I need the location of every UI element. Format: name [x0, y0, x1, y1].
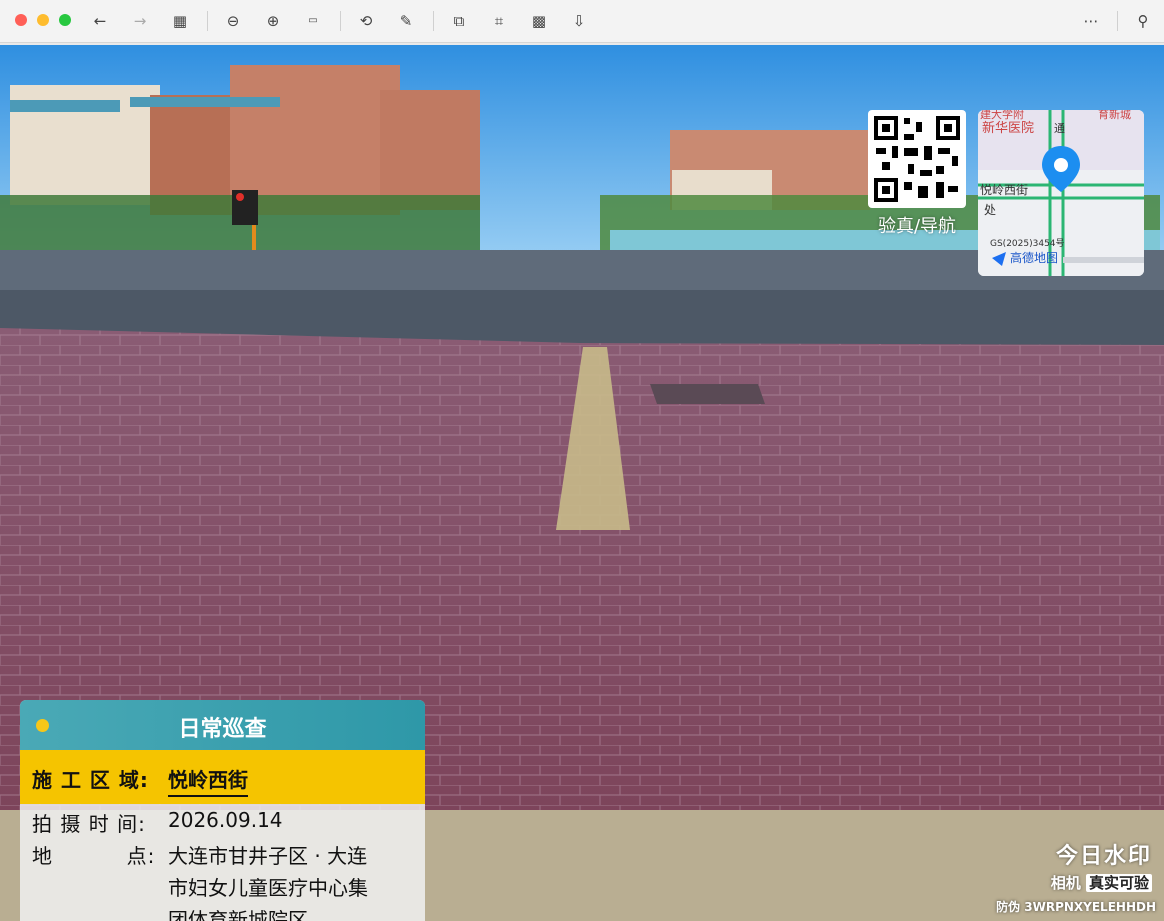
back-icon[interactable]: ← [89, 10, 111, 32]
export-icon[interactable]: ⇩ [568, 10, 590, 32]
zoom-window-button[interactable] [59, 14, 71, 26]
qr-label: 验真/导航 [877, 216, 957, 237]
zoom-out-icon[interactable]: ⊖ [222, 10, 244, 32]
watermark-tagline: 相机 真实可验 [1051, 872, 1152, 893]
qr-icon[interactable]: ▩ [528, 10, 550, 32]
grid-icon[interactable]: ▦ [169, 10, 191, 32]
app-watermark: 今日水印 相机 真实可验 [1051, 838, 1152, 893]
toolbar-divider [433, 11, 434, 31]
pin-icon[interactable]: ⚲ [1132, 10, 1154, 32]
markup-icon[interactable]: ✎ [395, 10, 417, 32]
svg-text:处: 处 [984, 203, 996, 217]
toolbar-divider [1117, 11, 1118, 31]
watermark-sub-text: 相机 [1050, 874, 1081, 892]
place-label: 地 点: [32, 844, 156, 868]
manhole-cover [650, 384, 765, 404]
rotate-icon[interactable]: ⟲ [355, 10, 377, 32]
time-value: 2026.09.14 [168, 808, 283, 832]
inspection-info-card: 日常巡查 施 工 区 域: 悦岭西街 拍 摄 时 间: 2026.09.14 地… [20, 700, 425, 921]
forward-icon[interactable]: → [129, 10, 151, 32]
place-line-2: 市妇女儿童医疗中心集 [168, 876, 368, 900]
svg-text:GS(2025)3454号: GS(2025)3454号 [990, 238, 1065, 249]
more-icon[interactable]: ⋯ [1080, 10, 1102, 32]
watermark-brand: 今日水印 [1055, 844, 1152, 869]
svg-text:新华医院: 新华医院 [982, 120, 1034, 136]
anti-fake-code: 防伪 3WRPNXYELEHHDH [996, 900, 1156, 914]
place-line-3: 团体育新城院区 [168, 908, 308, 921]
photo-canvas: 验真/导航 建大学附 育新城 通 新华医院 悦岭西街 处 GS(2025)345… [0, 45, 1164, 921]
resize-icon[interactable]: ⧉ [448, 10, 470, 32]
zoom-in-icon[interactable]: ⊕ [262, 10, 284, 32]
minimize-window-button[interactable] [37, 14, 49, 26]
card-header: 日常巡查 [20, 700, 425, 750]
area-label: 施 工 区 域: [32, 768, 149, 792]
place-line-1: 大连市甘井子区 · 大连 [168, 844, 368, 868]
svg-text:建大学附: 建大学附 [980, 110, 1024, 121]
svg-text:通: 通 [1054, 122, 1065, 135]
svg-text:育新城: 育新城 [1098, 110, 1131, 121]
verify-qr-code[interactable]: 验真/导航 [868, 110, 966, 242]
svg-text:高德地图: 高德地图 [1010, 250, 1058, 265]
svg-text:悦岭西街: 悦岭西街 [980, 183, 1028, 197]
area-value: 悦岭西街 [168, 764, 248, 797]
close-window-button[interactable] [15, 14, 27, 26]
crop-icon[interactable]: ⌗ [488, 10, 510, 32]
time-label: 拍 摄 时 间: [32, 812, 146, 836]
left-buildings [0, 65, 480, 255]
viewer-toolbar: ← → ▦ ⊖ ⊕ ▭ ⟲ ✎ ⧉ ⌗ ▩ ⇩ ⋯ ⚲ [0, 0, 1164, 43]
location-map[interactable]: 建大学附 育新城 通 新华医院 悦岭西街 处 GS(2025)3454号 高德地… [978, 110, 1144, 276]
qr-code-image [868, 110, 966, 208]
watermark-verify-badge: 真实可验 [1085, 874, 1152, 892]
toolbar-divider [207, 11, 208, 31]
area-row: 施 工 区 域: 悦岭西街 [20, 750, 425, 804]
toolbar-divider [340, 11, 341, 31]
actual-size-icon[interactable]: ▭ [302, 10, 324, 32]
card-title: 日常巡查 [178, 717, 267, 742]
